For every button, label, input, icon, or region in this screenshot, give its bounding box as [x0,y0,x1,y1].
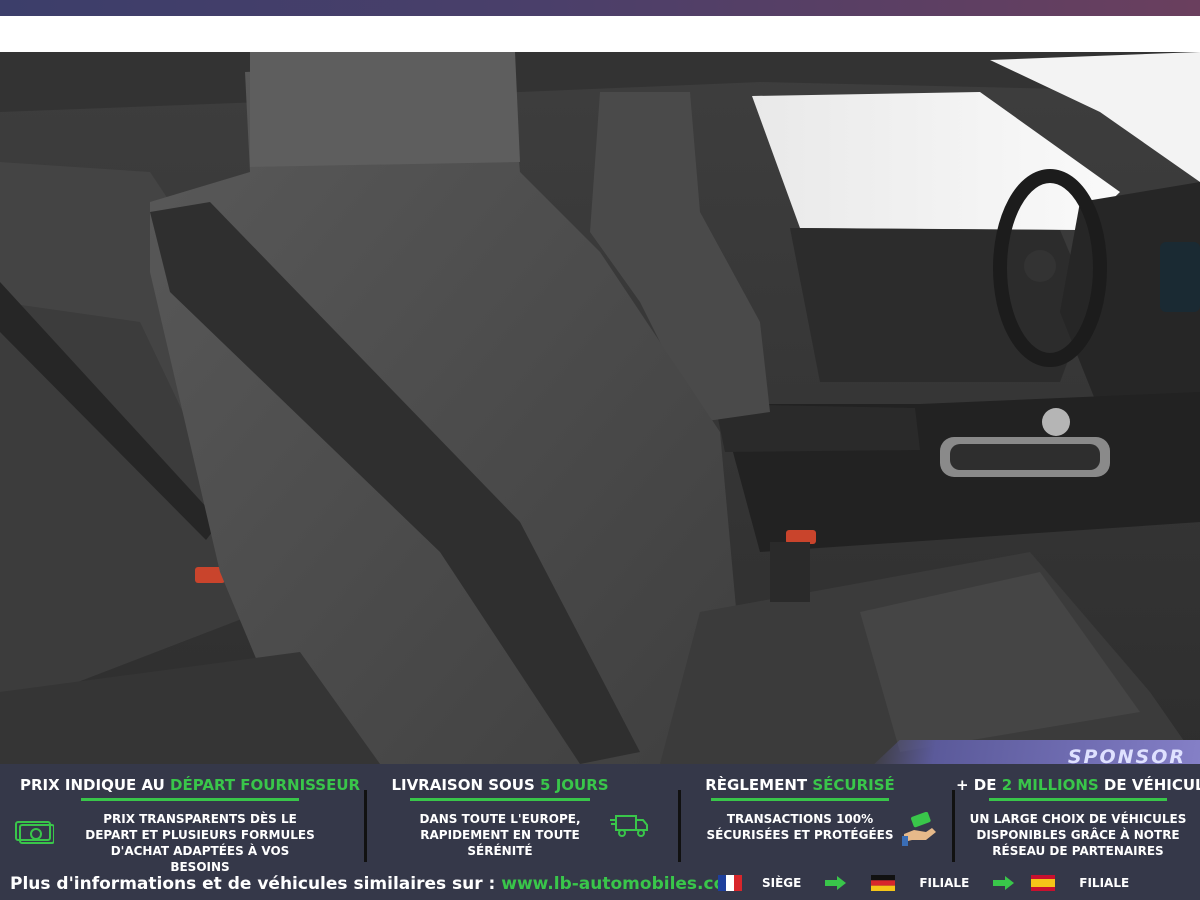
banner-spacer [0,16,1200,52]
more-info-line: Plus d'informations et de véhicules simi… [10,874,743,898]
car-interior-photo [0,52,1200,764]
feature-title-prefix: PRIX INDIQUE AU [20,776,171,794]
feature-title-prefix: LIVRAISON SOUS [391,776,541,794]
feature-vehicles: + DE 2 MILLIONS DE VÉHICULES UN LARGE CH… [956,764,1200,874]
feature-divider [952,790,955,862]
feature-title-highlight: 5 JOURS [540,776,609,794]
feature-title-highlight: 2 MILLIONS [1001,776,1099,794]
spain-flag-icon [1031,875,1056,891]
payment-hand-icon [902,812,936,846]
feature-title: + DE 2 MILLIONS DE VÉHICULES [956,764,1200,794]
feature-underline [410,798,590,801]
feature-underline [989,798,1167,801]
france-flag-icon [718,875,742,891]
feature-title-prefix: RÈGLEMENT [705,776,813,794]
feature-description: TRANSACTIONS 100% SÉCURISÉES ET PROTÉGÉE… [706,812,894,842]
feature-description: PRIX TRANSPARENTS DÈS LE DEPART ET PLUSI… [85,812,315,874]
delivery-truck-icon [610,815,648,837]
car-interior-illustration [0,52,1200,764]
arrow-right-icon [825,876,847,890]
feature-description: UN LARGE CHOIX DE VÉHICULES DISPONIBLES … [969,812,1187,858]
chain-label-hq: SIÈGE [762,876,802,890]
feature-title: PRIX INDIQUE AU DÉPART FOURNISSEUR [20,764,360,794]
germany-flag-icon [871,875,896,891]
features-footer: PRIX INDIQUE AU DÉPART FOURNISSEUR PRIX … [0,764,1200,900]
feature-title: RÈGLEMENT SÉCURISÉ [700,764,900,794]
feature-title-prefix: + DE [956,776,1002,794]
feature-price: PRIX INDIQUE AU DÉPART FOURNISSEUR PRIX … [20,764,360,874]
top-banner-strip [0,0,1200,16]
feature-delivery: LIVRAISON SOUS 5 JOURS DANS TOUTE L'EURO… [380,764,620,874]
feature-payment: RÈGLEMENT SÉCURISÉ TRANSACTIONS 100% SÉC… [700,764,900,874]
feature-divider [364,790,367,862]
chain-label-subsidiary: FILIALE [1079,876,1130,890]
chain-label-subsidiary: FILIALE [919,876,970,890]
feature-title: LIVRAISON SOUS 5 JOURS [380,764,620,794]
website-link[interactable]: www.lb-automobiles.com [501,874,743,894]
arrow-right-icon [993,876,1015,890]
feature-underline [81,798,299,801]
company-chain: SIÈGE FILIALE FILIALE [718,873,1129,893]
feature-title-suffix: DE VÉHICULES [1103,776,1200,794]
feature-title-highlight: DÉPART FOURNISSEUR [170,776,361,794]
feature-title-highlight: SÉCURISÉ [812,776,895,794]
feature-divider [678,790,681,862]
feature-description: DANS TOUTE L'EUROPE, RAPIDEMENT EN TOUTE… [419,812,581,858]
money-icon [15,821,54,844]
feature-underline [711,798,889,801]
more-info-text: Plus d'informations et de véhicules simi… [10,874,502,894]
